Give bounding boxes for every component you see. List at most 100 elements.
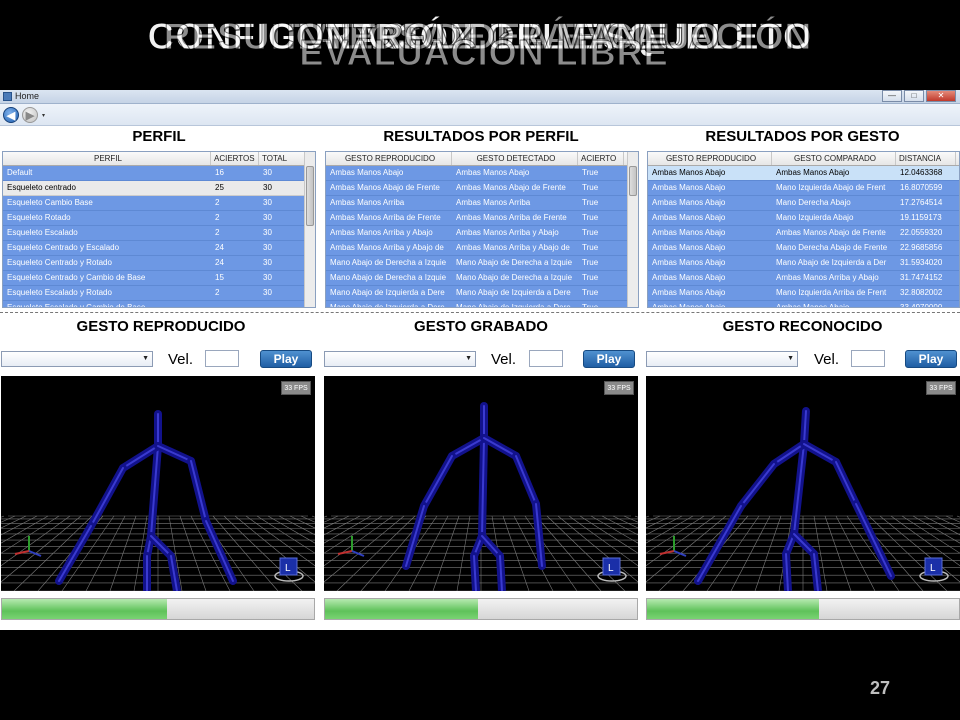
table-row[interactable]: Ambas Manos Abajo Mano Izquierda Arriba d… xyxy=(648,286,959,301)
table-row[interactable]: Mano Abajo de Derecha a Izquie Mano Abajo… xyxy=(326,256,638,271)
table-cell: 30 xyxy=(263,183,272,192)
table-row[interactable]: Esqueleto Cambio Base 2 30 xyxy=(3,196,315,211)
table-header: PERFIL ACIERTOS TOTAL xyxy=(3,152,315,166)
table-row[interactable]: Ambas Manos Arriba de Frente Ambas Manos … xyxy=(326,211,638,226)
vertical-scrollbar[interactable] xyxy=(627,152,638,307)
table-row[interactable]: Default 16 30 xyxy=(3,166,315,181)
app-icon xyxy=(3,92,12,101)
table-cell: Mano Abajo de Izquierda a Dere xyxy=(330,288,445,297)
table-row[interactable]: Esqueleto Centrado y Escalado 24 30 xyxy=(3,241,315,256)
column-header[interactable]: GESTO REPRODUCIDO xyxy=(326,152,452,165)
playback-progress-grabado[interactable] xyxy=(324,598,638,620)
table-cell: True xyxy=(582,168,599,177)
table-cell: 30 xyxy=(263,168,272,177)
speed-input-grabado[interactable] xyxy=(529,350,563,367)
history-dropdown-icon[interactable]: ▾ xyxy=(42,112,45,119)
table-row[interactable]: Esqueleto Centrado y Cambio de Base 15 30 xyxy=(3,271,315,286)
table-header: GESTO REPRODUCIDO GESTO COMPARADO DISTAN… xyxy=(648,152,959,166)
table-cell: 30 xyxy=(263,243,272,252)
table-row[interactable]: Ambas Manos Abajo Mano Izquierda Abajo 19.… xyxy=(648,211,959,226)
table-cell: 30 xyxy=(263,258,272,267)
table-row[interactable]: Ambas Manos Abajo Ambas Manos Arriba y Ab… xyxy=(648,271,959,286)
table-row[interactable]: Ambas Manos Arriba y Abajo Ambas Manos Ar… xyxy=(326,226,638,241)
table-cell: Ambas Manos Abajo xyxy=(652,258,726,267)
origin-label: L xyxy=(930,563,936,574)
chevron-down-icon: ▼ xyxy=(465,355,472,362)
playback-progress-reproducido[interactable] xyxy=(1,598,315,620)
table-row[interactable]: Mano Abajo de Izquierda a Dere Mano Abajo… xyxy=(326,286,638,301)
column-header[interactable]: PERFIL xyxy=(3,152,211,165)
table-row[interactable]: Esqueleto Centrado y Rotado 24 30 xyxy=(3,256,315,271)
table-row[interactable]: Ambas Manos Abajo Mano Derecha Abajo 17.27… xyxy=(648,196,959,211)
gesture-select-reconocido[interactable]: ▼ xyxy=(646,351,798,367)
play-button-reproducido[interactable]: Play xyxy=(260,350,312,368)
close-button[interactable]: ✕ xyxy=(926,90,956,102)
back-button[interactable]: ◀ xyxy=(3,107,19,123)
table-row[interactable]: Ambas Manos Abajo Mano Izquierda Abajo de… xyxy=(648,181,959,196)
perfil-table[interactable]: PERFIL ACIERTOS TOTAL Default 16 30 Esquele… xyxy=(2,151,316,308)
forward-button[interactable]: ▶ xyxy=(22,107,38,123)
gesture-select-grabado[interactable]: ▼ xyxy=(324,351,476,367)
axis-gizmo xyxy=(14,550,30,555)
scroll-thumb[interactable] xyxy=(306,166,314,226)
table-row[interactable]: Ambas Manos Abajo Ambas Manos Abajo 12.046… xyxy=(648,166,959,181)
speed-input-reconocido[interactable] xyxy=(851,350,885,367)
gesture-select-reproducido[interactable]: ▼ xyxy=(1,351,153,367)
table-row[interactable]: Esqueleto centrado 25 30 xyxy=(3,181,315,196)
origin-label: L xyxy=(285,563,291,574)
table-row[interactable]: Ambas Manos Arriba Ambas Manos Arriba True xyxy=(326,196,638,211)
table-row[interactable]: Esqueleto Rotado 2 30 xyxy=(3,211,315,226)
minimize-button[interactable]: — xyxy=(882,90,902,102)
playback-progress-reconocido[interactable] xyxy=(646,598,960,620)
window-titlebar[interactable]: Home — □ ✕ xyxy=(0,90,960,104)
table-row[interactable]: Esqueleto Escalado 2 30 xyxy=(3,226,315,241)
navigation-bar: ◀ ▶ ▾ xyxy=(0,104,960,126)
skeleton-bone-highlight xyxy=(451,437,485,457)
skeleton-viewport-reproducido[interactable]: L 33 FPS xyxy=(1,376,315,591)
column-header[interactable]: ACIERTO xyxy=(578,152,624,165)
column-header[interactable]: GESTO DETECTADO xyxy=(452,152,578,165)
play-button-reconocido[interactable]: Play xyxy=(905,350,957,368)
column-header[interactable]: GESTO COMPARADO xyxy=(772,152,896,165)
column-header[interactable]: DISTANCIA xyxy=(896,152,956,165)
table-cell: Esqueleto Rotado xyxy=(7,213,71,222)
table-row[interactable]: Ambas Manos Abajo Ambas Manos Abajo 33.497… xyxy=(648,301,959,307)
table-cell: Ambas Manos Abajo xyxy=(652,183,726,192)
table-cell: Ambas Manos Abajo xyxy=(652,273,726,282)
table-body: Ambas Manos Abajo Ambas Manos Abajo 12.046… xyxy=(648,166,959,307)
table-row[interactable]: Ambas Manos Abajo Ambas Manos Abajo de Fr… xyxy=(648,226,959,241)
table-row[interactable]: Ambas Manos Abajo Ambas Manos Abajo True xyxy=(326,166,638,181)
skeleton-viewport-reconocido[interactable]: L 33 FPS xyxy=(646,376,960,591)
table-row[interactable]: Ambas Manos Abajo de Frente Ambas Manos A… xyxy=(326,181,638,196)
skeleton-bone-highlight xyxy=(697,505,742,582)
skeleton-viewport-grabado[interactable]: L 33 FPS xyxy=(324,376,638,591)
table-row[interactable]: Ambas Manos Arriba y Abajo de Ambas Manos… xyxy=(326,241,638,256)
app-window: Home — □ ✕ ◀ ▶ ▾ PERFIL RESULTADOS POR P… xyxy=(0,90,960,630)
scroll-thumb[interactable] xyxy=(629,166,637,196)
resultados-perfil-table[interactable]: GESTO REPRODUCIDO GESTO DETECTADO ACIERT… xyxy=(325,151,639,308)
resultados-gesto-table[interactable]: GESTO REPRODUCIDO GESTO COMPARADO DISTAN… xyxy=(647,151,960,308)
table-row[interactable]: Esqueleto Escalado y Rotado 2 30 xyxy=(3,286,315,301)
column-header[interactable]: TOTAL xyxy=(259,152,305,165)
table-cell: 16.8070599 xyxy=(900,183,943,192)
axis-gizmo xyxy=(659,550,675,555)
table-cell: 24 xyxy=(215,243,224,252)
table-cell: 2 xyxy=(215,213,220,222)
speed-input-reproducido[interactable] xyxy=(205,350,239,367)
floor-grid xyxy=(646,515,960,591)
table-cell: Ambas Manos Arriba y Abajo xyxy=(330,228,433,237)
table-cell: Mano Abajo de Izquierda a Dere xyxy=(330,303,445,308)
maximize-button[interactable]: □ xyxy=(904,90,924,102)
table-row[interactable]: Ambas Manos Abajo Mano Abajo de Izquierda… xyxy=(648,256,959,271)
table-row[interactable]: Mano Abajo de Derecha a Izquie Mano Abajo… xyxy=(326,271,638,286)
column-header[interactable]: ACIERTOS xyxy=(211,152,259,165)
gesto-reproducido-heading: GESTO REPRODUCIDO xyxy=(76,318,246,335)
table-row[interactable]: Ambas Manos Abajo Mano Derecha Abajo de F… xyxy=(648,241,959,256)
vertical-scrollbar[interactable] xyxy=(304,152,315,307)
table-cell: True xyxy=(582,243,599,252)
skeleton-bone-highlight xyxy=(157,445,192,462)
table-row[interactable]: Mano Abajo de Izquierda a Dere Mano Abajo… xyxy=(326,301,638,308)
column-header[interactable]: GESTO REPRODUCIDO xyxy=(648,152,772,165)
play-button-grabado[interactable]: Play xyxy=(583,350,635,368)
table-row[interactable]: Esqueleto Escalado y Cambio de Base xyxy=(3,301,315,307)
